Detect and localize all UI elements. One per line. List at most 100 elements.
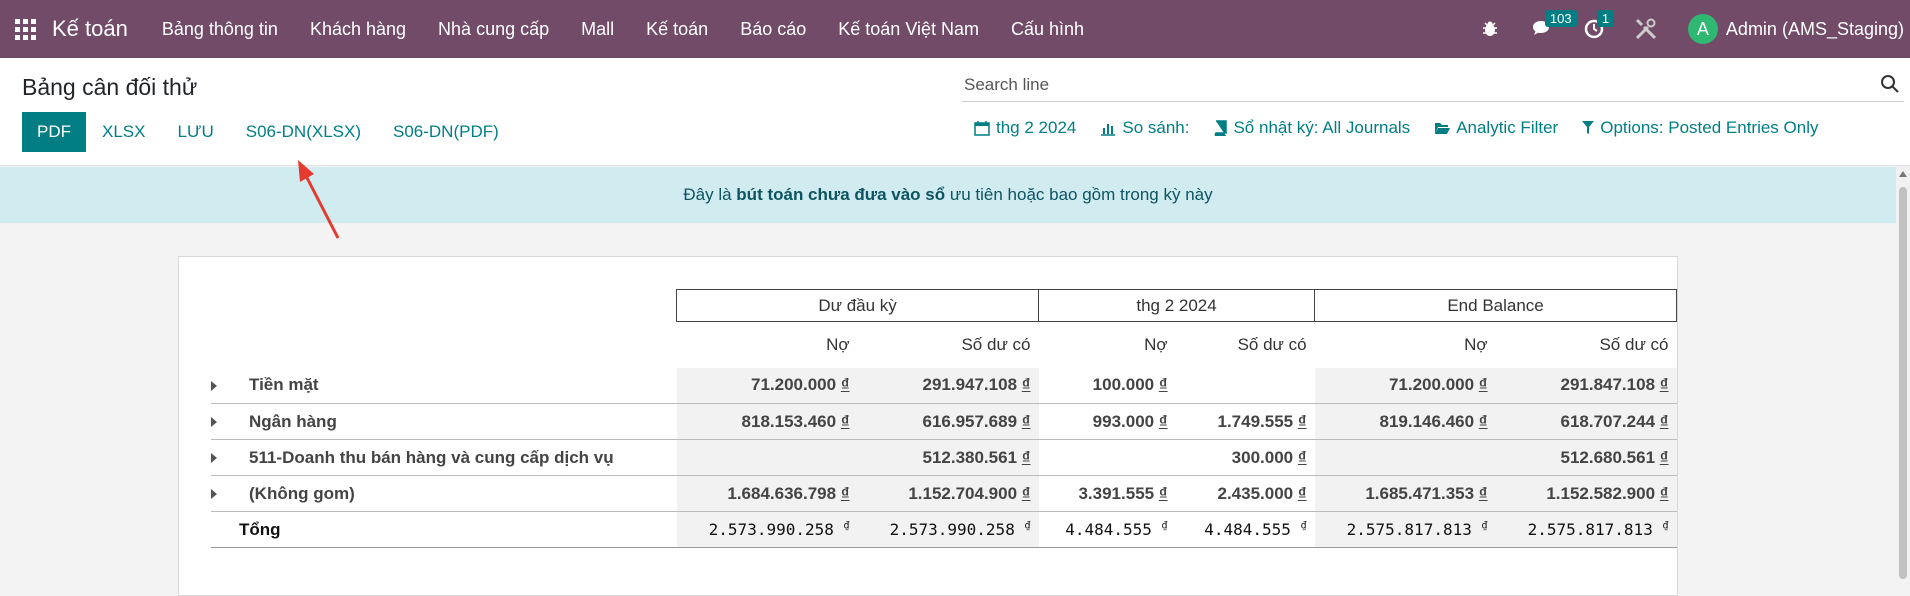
activities-clock-icon[interactable]: 1 <box>1579 10 1615 44</box>
debug-bug-icon[interactable] <box>1475 14 1505 44</box>
nav-menu-item[interactable]: Khách hàng <box>294 19 422 40</box>
account-row[interactable]: Tiền mặt 71.200.000 ₫ 291.947.108 ₫ 100.000… <box>211 367 1677 404</box>
amount-cell[interactable]: 100.000 ₫ <box>1038 367 1176 404</box>
banner-suffix: ưu tiên hoặc bao gồm trong kỳ này <box>945 185 1213 204</box>
amount-cell[interactable]: 291.947.108 ₫ <box>857 367 1039 404</box>
expand-caret-icon[interactable] <box>211 453 217 464</box>
amount-cell[interactable]: 2.435.000 ₫ <box>1175 475 1315 512</box>
col-credit: Số dư có <box>961 334 1031 354</box>
messages-count-badge: 103 <box>1544 10 1577 27</box>
amount-cell[interactable]: 300.000 ₫ <box>1175 439 1315 476</box>
col-debit: Nợ <box>826 334 850 354</box>
total-cell: 4.484.555 ₫ <box>1038 511 1176 548</box>
bar-chart-icon <box>1101 124 1116 136</box>
nav-menu-item[interactable]: Nhà cung cấp <box>422 19 565 40</box>
xlsx-button[interactable]: XLSX <box>86 112 161 152</box>
total-cell: 4.484.555 ₫ <box>1175 511 1315 548</box>
amount-cell[interactable]: 512.380.561 ₫ <box>857 439 1039 476</box>
nav-menu-item[interactable]: Báo cáo <box>724 19 822 40</box>
tools-icon[interactable] <box>1631 14 1661 44</box>
total-cell: 2.575.817.813 ₫ <box>1314 511 1496 548</box>
scroll-up-arrow-icon[interactable] <box>1899 171 1907 177</box>
scroll-thumb[interactable] <box>1899 187 1907 579</box>
trial-balance-table: Dư đầu kỳ thg 2 2024 End Balance Nợ Số d… <box>211 289 1677 548</box>
amount-cell[interactable]: 618.707.244 ₫ <box>1495 403 1677 440</box>
amount-cell[interactable]: 1.152.704.900 ₫ <box>857 475 1039 512</box>
total-cell: 2.573.990.258 ₫ <box>857 511 1039 548</box>
amount-cell[interactable]: 71.200.000 ₫ <box>1314 367 1496 404</box>
date-filter-label: thg 2 2024 <box>996 118 1077 137</box>
expand-caret-icon[interactable] <box>211 489 217 500</box>
journals-filter[interactable]: Sổ nhật ký: All Journals <box>1213 118 1410 138</box>
account-row[interactable]: 511-Doanh thu bán hàng và cung cấp dịch … <box>211 439 1677 476</box>
amount-cell <box>1175 367 1315 404</box>
amount-cell[interactable]: 818.153.460 ₫ <box>676 403 858 440</box>
account-name[interactable]: Ngân hàng <box>211 403 677 440</box>
app-brand[interactable]: Kế toán <box>52 16 128 42</box>
banner-link[interactable]: bút toán chưa đưa vào sổ <box>736 185 945 205</box>
options-filter-label: Options: Posted Entries Only <box>1600 118 1819 137</box>
account-name-label: (Không gom) <box>249 483 355 503</box>
user-avatar[interactable]: A <box>1687 14 1718 44</box>
options-filter[interactable]: Options: Posted Entries Only <box>1582 118 1819 138</box>
compare-filter[interactable]: So sánh: <box>1100 118 1189 138</box>
amount-cell[interactable]: 3.391.555 ₫ <box>1038 475 1176 512</box>
expand-caret-icon[interactable] <box>211 380 217 391</box>
apps-menu-icon[interactable] <box>14 18 36 40</box>
account-row[interactable]: Ngân hàng 818.153.460 ₫ 616.957.689 ₫ 993.0… <box>211 403 1677 440</box>
date-filter[interactable]: thg 2 2024 <box>974 118 1076 138</box>
compare-filter-label: So sánh: <box>1122 118 1190 137</box>
systray: 103 1 A Admin (AMS_Staging) <box>1464 0 1910 58</box>
nav-menu-item[interactable]: Kế toán <box>630 19 724 40</box>
amount-cell[interactable]: 71.200.000 ₫ <box>676 367 858 404</box>
control-panel: Bảng cân đối thử PDF XLSX LƯU S06-DN(XLS… <box>0 58 1910 166</box>
account-name[interactable]: 511-Doanh thu bán hàng và cung cấp dịch … <box>211 439 677 476</box>
expand-caret-icon[interactable] <box>211 417 217 428</box>
analytic-filter-label: Analytic Filter <box>1456 118 1559 137</box>
funnel-icon <box>1582 121 1595 134</box>
report-buttons: PDF XLSX LƯU S06-DN(XLSX) S06-DN(PDF) <box>22 112 515 152</box>
page-scrollbar[interactable] <box>1896 167 1910 579</box>
main-menu: Bảng thông tin Khách hàng Nhà cung cấp Mall… <box>146 19 1100 40</box>
total-cell: 2.575.817.813 ₫ <box>1495 511 1677 548</box>
nav-menu-item[interactable]: Kế toán Việt Nam <box>822 19 995 40</box>
report-sheet: Dư đầu kỳ thg 2 2024 End Balance Nợ Số d… <box>178 256 1678 596</box>
book-icon <box>1215 120 1228 136</box>
amount-cell[interactable]: 819.146.460 ₫ <box>1314 403 1496 440</box>
amount-cell[interactable]: 1.749.555 ₫ <box>1175 403 1315 440</box>
top-navbar: Kế toán Bảng thông tin Khách hàng Nhà cung… <box>0 0 1910 58</box>
search-input[interactable] <box>962 74 1842 95</box>
s06-dn-pdf-button[interactable]: S06-DN(PDF) <box>377 112 515 152</box>
annotation-arrow <box>298 160 340 239</box>
journals-filter-label: Sổ nhật ký: All Journals <box>1233 118 1411 137</box>
banner-prefix: Đây là <box>683 185 737 204</box>
amount-cell[interactable]: 512.680.561 ₫ <box>1495 439 1677 476</box>
amount-cell[interactable]: 1.684.636.798 ₫ <box>676 475 858 512</box>
account-row[interactable]: (Không gom) 1.684.636.798 ₫ 1.152.704.900 … <box>211 475 1677 512</box>
analytic-filter[interactable]: Analytic Filter <box>1434 118 1558 138</box>
total-label: Tổng <box>211 511 677 548</box>
nav-menu-item[interactable]: Mall <box>565 19 630 40</box>
col-credit: Số dư có <box>1237 334 1307 354</box>
account-name-label: Ngân hàng <box>249 411 337 431</box>
s06-dn-xlsx-button[interactable]: S06-DN(XLSX) <box>230 112 377 152</box>
group-opening-balance: Dư đầu kỳ <box>676 289 1039 322</box>
search-bar <box>962 68 1904 102</box>
messages-icon[interactable]: 103 <box>1527 10 1577 44</box>
amount-cell[interactable]: 993.000 ₫ <box>1038 403 1176 440</box>
group-period: thg 2 2024 <box>1037 289 1316 322</box>
amount-cell[interactable]: 616.957.689 ₫ <box>857 403 1039 440</box>
nav-menu-item[interactable]: Bảng thông tin <box>146 19 294 40</box>
pdf-button[interactable]: PDF <box>22 112 86 152</box>
save-button[interactable]: LƯU <box>161 112 229 152</box>
page-title: Bảng cân đối thử <box>22 74 198 100</box>
amount-cell[interactable]: 1.152.582.900 ₫ <box>1495 475 1677 512</box>
account-name[interactable]: Tiền mặt <box>211 367 677 404</box>
amount-cell[interactable]: 291.847.108 ₫ <box>1495 367 1677 404</box>
account-name[interactable]: (Không gom) <box>211 475 677 512</box>
user-menu[interactable]: Admin (AMS_Staging) <box>1726 19 1904 40</box>
nav-menu-item[interactable]: Cấu hình <box>995 19 1100 40</box>
amount-cell[interactable]: 1.685.471.353 ₫ <box>1314 475 1496 512</box>
search-icon[interactable] <box>1880 74 1900 94</box>
calendar-icon <box>974 121 990 136</box>
